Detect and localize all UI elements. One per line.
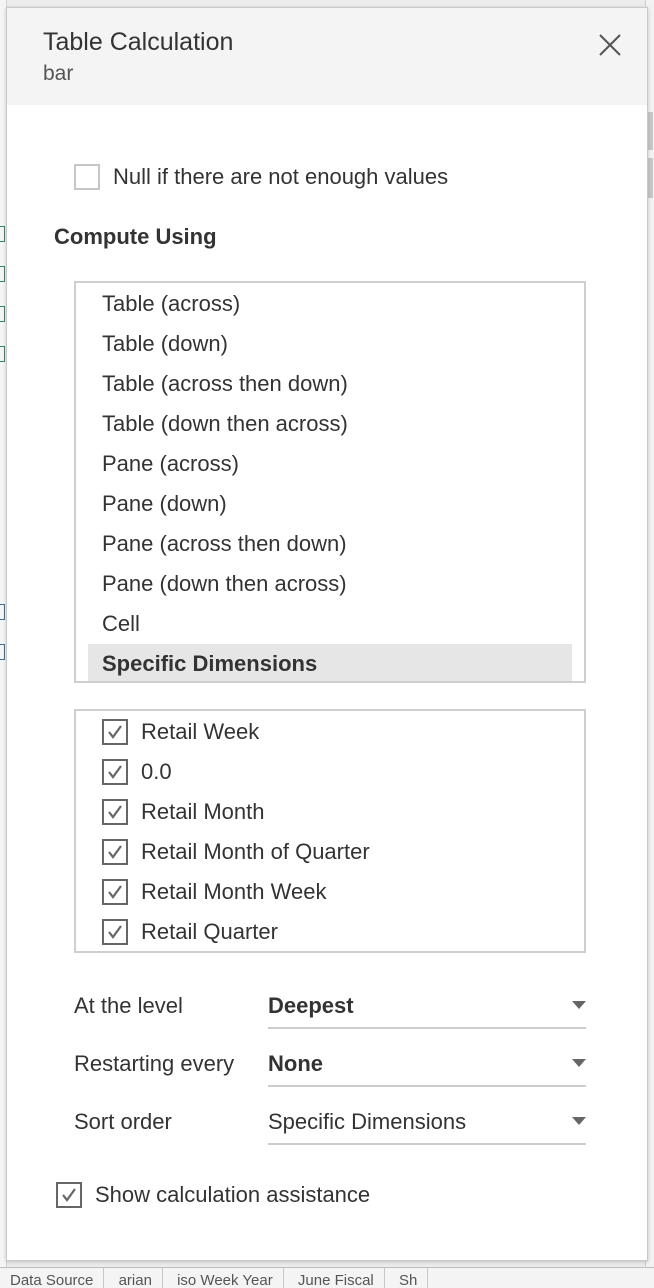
compute-using-list[interactable]: Table (across) Table (down) Table (acros… [74,281,586,683]
sort-order-dropdown[interactable]: Specific Dimensions [268,1101,586,1145]
dimension-item-retail-month[interactable]: Retail Month [102,797,265,827]
dimension-item-retail-month-of-quarter[interactable]: Retail Month of Quarter [102,837,370,867]
background-field-icon [0,644,5,660]
checkmark-icon [108,885,122,899]
dimension-item-retail-quarter[interactable]: Retail Quarter [102,917,278,947]
compute-option-specific-dimensions[interactable]: Specific Dimensions [88,644,572,681]
dimension-item-retail-month-week[interactable]: Retail Month Week [102,877,326,907]
dimension-checkbox[interactable] [102,759,128,785]
dimension-checkbox[interactable] [102,919,128,945]
compute-option-pane-across[interactable]: Pane (across) [88,445,572,483]
compute-option-pane-down-then-across[interactable]: Pane (down then across) [88,565,572,603]
dimension-item-0-0[interactable]: 0.0 [102,757,172,787]
dimension-label: Retail Week [141,719,260,744]
restarting-every-label: Restarting every [74,1051,235,1076]
null-if-not-enough-values-checkbox[interactable] [74,164,100,190]
background-tab: Sh [389,1268,429,1288]
checkmark-icon [108,845,122,859]
dimension-label: Retail Quarter [141,919,278,944]
dialog-header: Table Calculation bar [7,8,647,105]
checkmark-icon [108,725,122,739]
compute-using-title: Compute Using [54,224,217,249]
background-bottom-tabs: Data Source arian iso Week Year June Fis… [0,1267,654,1288]
show-calculation-assistance-label: Show calculation assistance [95,1182,371,1207]
compute-option-pane-across-then-down[interactable]: Pane (across then down) [88,525,572,563]
dimension-checkbox[interactable] [102,719,128,745]
checkmark-icon [108,925,122,939]
compute-option-table-across[interactable]: Table (across) [88,285,572,323]
dimension-label: Retail Month of Quarter [141,839,370,864]
at-the-level-value: Deepest [268,993,354,1018]
chevron-down-icon [572,1117,586,1125]
compute-option-table-down-then-across[interactable]: Table (down then across) [88,405,572,443]
dialog-subtitle: bar [43,62,74,85]
compute-option-pane-down[interactable]: Pane (down) [88,485,572,523]
restarting-every-value: None [268,1051,323,1076]
compute-option-table-across-then-down[interactable]: Table (across then down) [88,365,572,403]
close-button[interactable] [595,30,625,60]
background-tab: arian [109,1268,163,1288]
dimension-checkbox[interactable] [102,879,128,905]
null-if-not-enough-values-label: Null if there are not enough values [113,164,449,189]
close-icon [599,34,621,56]
dimension-label: 0.0 [141,759,172,784]
background-tab: iso Week Year [167,1268,284,1288]
show-calculation-assistance-option[interactable]: Show calculation assistance [56,1180,370,1210]
sort-order-value: Specific Dimensions [268,1109,467,1134]
at-the-level-dropdown[interactable]: Deepest [268,985,586,1029]
at-the-level-label: At the level [74,993,183,1018]
background-field-icon [0,226,5,242]
background-field-icon [0,604,5,620]
specific-dimensions-list[interactable]: Retail Week 0.0 Retail Month Retail Mont… [74,709,586,953]
dimension-checkbox[interactable] [102,839,128,865]
dimension-item-retail-week[interactable]: Retail Week [102,717,259,747]
dimension-label: Retail Month [141,799,265,824]
show-calculation-assistance-checkbox[interactable] [56,1182,82,1208]
sort-order-row: Sort order Specific Dimensions [74,1101,586,1145]
checkmark-icon [108,765,122,779]
background-field-icon [0,306,5,322]
background-tab: Data Source [0,1268,105,1288]
dialog-title: Table Calculation [43,28,234,56]
restarting-every-dropdown[interactable]: None [268,1043,586,1087]
compute-option-table-down[interactable]: Table (down) [88,325,572,363]
at-the-level-row: At the level Deepest [74,985,586,1029]
null-if-not-enough-values-option[interactable]: Null if there are not enough values [74,162,448,192]
sort-order-label: Sort order [74,1109,172,1134]
dimension-label: Retail Month Week [141,879,327,904]
checkmark-icon [108,805,122,819]
chevron-down-icon [572,1059,586,1067]
restarting-every-row: Restarting every None [74,1043,586,1087]
checkmark-icon [62,1188,76,1202]
chevron-down-icon [572,1001,586,1009]
background-field-icon [0,346,5,362]
background-field-icon [0,266,5,282]
background-tab: June Fiscal [288,1268,385,1288]
dimension-checkbox[interactable] [102,799,128,825]
compute-option-cell[interactable]: Cell [88,605,572,643]
